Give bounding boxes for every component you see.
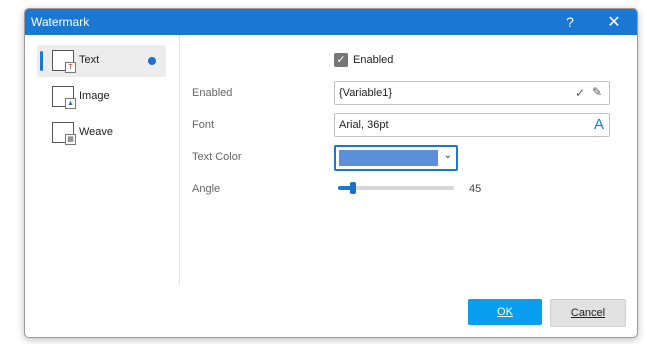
check-icon[interactable]: ✓ [575,86,585,100]
cancel-button[interactable]: Cancel [550,299,626,327]
ok-button[interactable]: OK [468,299,542,325]
title-bar: Watermark ? ✕ [25,9,637,35]
help-button[interactable]: ? [552,9,588,35]
nav-item-label: Image [79,90,110,102]
color-swatch [339,150,438,166]
watermark-type-nav: T Text ▲ Image ▦ Weave [25,35,180,285]
text-field-label: Enabled [192,87,233,99]
watermark-dialog: Watermark ? ✕ T Text ▲ Image ▦ Weave ✓ E… [24,8,638,338]
nav-item-text[interactable]: T Text [37,45,166,77]
nav-item-label: Weave [79,126,114,138]
pencil-icon[interactable]: ✎ [592,85,602,99]
angle-slider-thumb[interactable] [350,182,357,194]
font-value: Arial, 36pt [339,119,389,131]
watermark-text-field[interactable]: {Variable1} ✓ ✎ [334,81,610,105]
text-watermark-icon: T [52,50,76,73]
active-dot [148,57,156,65]
weave-watermark-icon: ▦ [52,122,76,145]
font-picker-icon[interactable]: A [594,116,604,133]
enabled-checkbox[interactable]: ✓ [334,53,348,67]
font-label: Font [192,119,215,131]
nav-item-label: Text [79,54,100,66]
chevron-down-icon: ⌄ [443,150,452,161]
ok-button-label: OK [497,306,513,318]
text-color-label: Text Color [192,151,242,163]
angle-value: 45 [469,183,482,195]
image-watermark-icon: ▲ [52,86,76,109]
cancel-button-label: Cancel [570,307,606,319]
angle-label: Angle [192,183,221,195]
dialog-title: Watermark [31,15,90,29]
angle-slider[interactable] [338,182,454,194]
enabled-checkbox-label: Enabled [353,54,394,66]
selection-indicator [40,51,43,71]
text-color-select[interactable]: ⌄ [334,145,458,171]
close-button[interactable]: ✕ [596,9,632,35]
font-field[interactable]: Arial, 36pt A [334,113,610,137]
nav-item-image[interactable]: ▲ Image [37,81,166,113]
watermark-text-value: {Variable1} [339,87,393,99]
nav-item-weave[interactable]: ▦ Weave [37,117,166,149]
